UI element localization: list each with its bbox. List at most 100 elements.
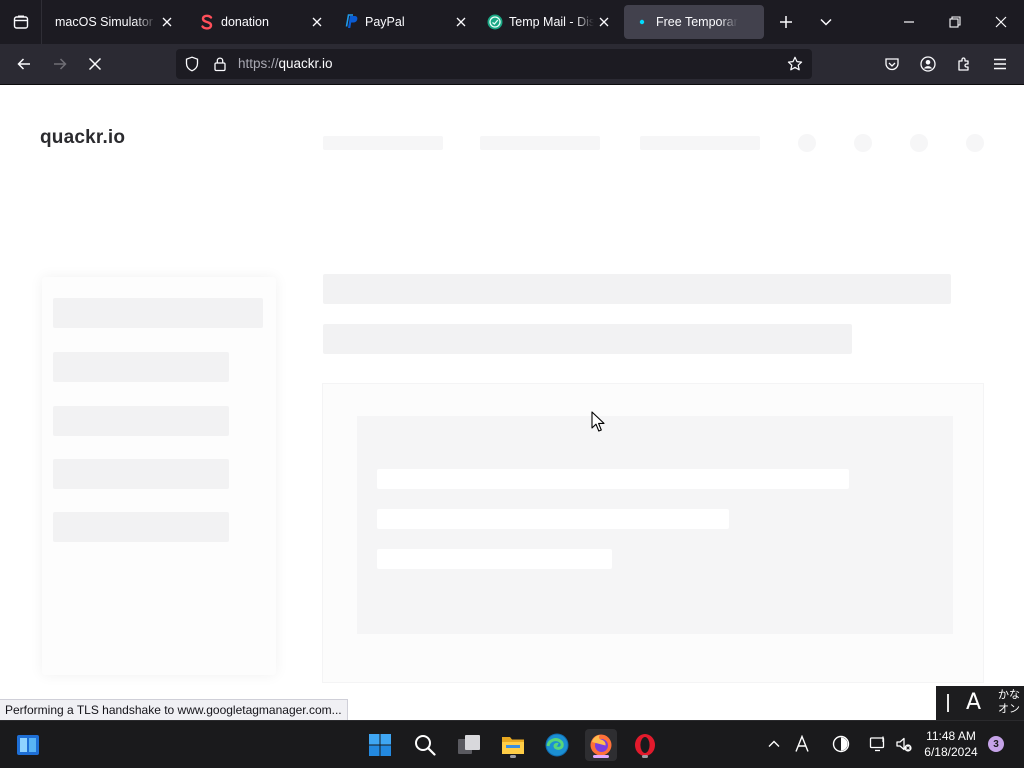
opera-button[interactable] <box>629 729 661 761</box>
tab-title: donation <box>221 15 269 29</box>
ime-kana-top: かな <box>998 688 1020 701</box>
nav-skeleton <box>323 136 443 150</box>
mouse-pointer-icon <box>591 411 605 432</box>
paypal-icon <box>343 14 359 30</box>
tab-paypal[interactable]: PayPal <box>333 5 477 39</box>
bookmark-star-icon[interactable] <box>787 56 803 72</box>
sidebar-item-skeleton <box>53 459 229 489</box>
tab-close-icon[interactable] <box>159 14 175 30</box>
close-icon <box>995 16 1007 28</box>
task-view-button[interactable] <box>453 729 485 761</box>
tab-free-temporary-email[interactable]: Free Temporary Email <box>624 5 764 39</box>
clock-date: 6/18/2024 <box>924 745 978 759</box>
stop-loading-button[interactable] <box>81 50 109 78</box>
widgets-button[interactable] <box>12 729 44 761</box>
line-skeleton <box>377 509 729 529</box>
nav-skeleton <box>640 136 760 150</box>
line-skeleton <box>377 469 849 489</box>
opera-icon <box>635 734 655 756</box>
input-method-button[interactable] <box>791 733 813 755</box>
hamburger-menu-icon <box>994 58 1006 70</box>
running-indicator <box>642 755 648 758</box>
account-icon <box>920 56 936 72</box>
tab-macos-simulator[interactable]: macOS Simulator Online <box>43 5 183 39</box>
ime-drag-handle[interactable] <box>947 694 949 712</box>
speaker-muted-icon <box>896 737 912 752</box>
loading-dot-icon <box>634 14 650 30</box>
nav-icon-skeleton <box>966 134 984 152</box>
volume-button[interactable] <box>893 733 915 755</box>
content-panel-skeleton <box>322 383 984 683</box>
clock-time: 11:48 AM <box>926 729 976 743</box>
sidebar-item-skeleton <box>53 352 229 382</box>
sidebar-item-skeleton <box>53 406 229 436</box>
extensions-button[interactable] <box>950 50 978 78</box>
sidebar-card-skeleton <box>42 277 276 675</box>
ime-kana-toggle[interactable]: かな オン <box>998 688 1020 716</box>
url-text[interactable]: https://quackr.io <box>238 56 333 72</box>
minimize-button[interactable] <box>895 8 923 36</box>
tracking-protection-shield-icon[interactable] <box>184 56 200 72</box>
restore-icon <box>949 16 961 28</box>
tab-close-icon[interactable] <box>596 14 612 30</box>
ime-kana-bottom: オン <box>998 702 1020 715</box>
forward-button[interactable] <box>46 50 74 78</box>
letter-a-icon <box>795 735 809 752</box>
firefox-view-button[interactable] <box>0 0 42 44</box>
heading-skeleton <box>323 274 951 304</box>
network-button[interactable] <box>867 733 889 755</box>
tab-title: macOS Simulator Online <box>55 15 157 29</box>
plus-icon <box>780 16 792 28</box>
tab-donation[interactable]: donation <box>189 5 333 39</box>
pocket-icon <box>885 58 899 71</box>
file-explorer-button[interactable] <box>497 729 529 761</box>
system-clock[interactable]: 11:48 AM 6/18/2024 <box>918 728 984 760</box>
display-network-icon <box>869 736 885 752</box>
lock-icon[interactable] <box>212 56 228 72</box>
back-button[interactable] <box>10 50 38 78</box>
task-view-icon <box>458 735 480 754</box>
search-icon <box>415 735 436 756</box>
minimize-icon <box>904 21 914 23</box>
folder-icon <box>502 737 524 754</box>
tab-temp-mail[interactable]: Temp Mail - Disposable Temporary Email <box>477 5 620 39</box>
loading-status-text: Performing a TLS handshake to www.google… <box>0 699 348 721</box>
firefox-button[interactable] <box>585 729 617 761</box>
account-button[interactable] <box>914 50 942 78</box>
temp-mail-icon <box>487 14 503 30</box>
edge-icon <box>545 733 569 757</box>
tab-title: Free Temporary Email <box>656 15 738 29</box>
nav-icon-skeleton <box>910 134 928 152</box>
puzzle-icon <box>958 57 969 71</box>
pocket-button[interactable] <box>878 50 906 78</box>
list-all-tabs-button[interactable] <box>812 8 840 36</box>
app-menu-button[interactable] <box>986 50 1014 78</box>
show-hidden-icons-button[interactable] <box>763 733 785 755</box>
start-button[interactable] <box>364 729 396 761</box>
notification-badge[interactable]: 3 <box>988 736 1004 752</box>
ime-toolbar[interactable]: A かな オン <box>936 686 1024 720</box>
tab-close-icon[interactable] <box>309 14 325 30</box>
tab-title: Temp Mail - Disposable Temporary Email <box>509 15 594 29</box>
search-button[interactable] <box>409 729 441 761</box>
inbox-skeleton <box>357 416 953 634</box>
tab-close-icon[interactable] <box>453 14 469 30</box>
half-moon-icon <box>832 735 850 753</box>
nav-icon-skeleton <box>798 134 816 152</box>
new-tab-button[interactable] <box>772 8 800 36</box>
sidebar-item-skeleton <box>53 298 263 328</box>
site-logo[interactable]: quackr.io <box>40 127 125 149</box>
widgets-icon <box>17 735 39 755</box>
forward-arrow-icon <box>54 58 67 70</box>
url-protocol: https:// <box>238 56 279 71</box>
stop-icon <box>88 57 102 71</box>
nav-skeleton <box>480 136 600 150</box>
ime-input-mode[interactable]: A <box>966 690 981 716</box>
close-window-button[interactable] <box>987 8 1015 36</box>
web-page-content: quackr.io <box>0 85 1024 720</box>
address-bar[interactable]: https://quackr.io <box>176 49 812 79</box>
back-arrow-icon <box>17 58 30 70</box>
clock-sync-button[interactable] <box>830 733 852 755</box>
restore-button[interactable] <box>941 8 969 36</box>
edge-button[interactable] <box>541 729 573 761</box>
